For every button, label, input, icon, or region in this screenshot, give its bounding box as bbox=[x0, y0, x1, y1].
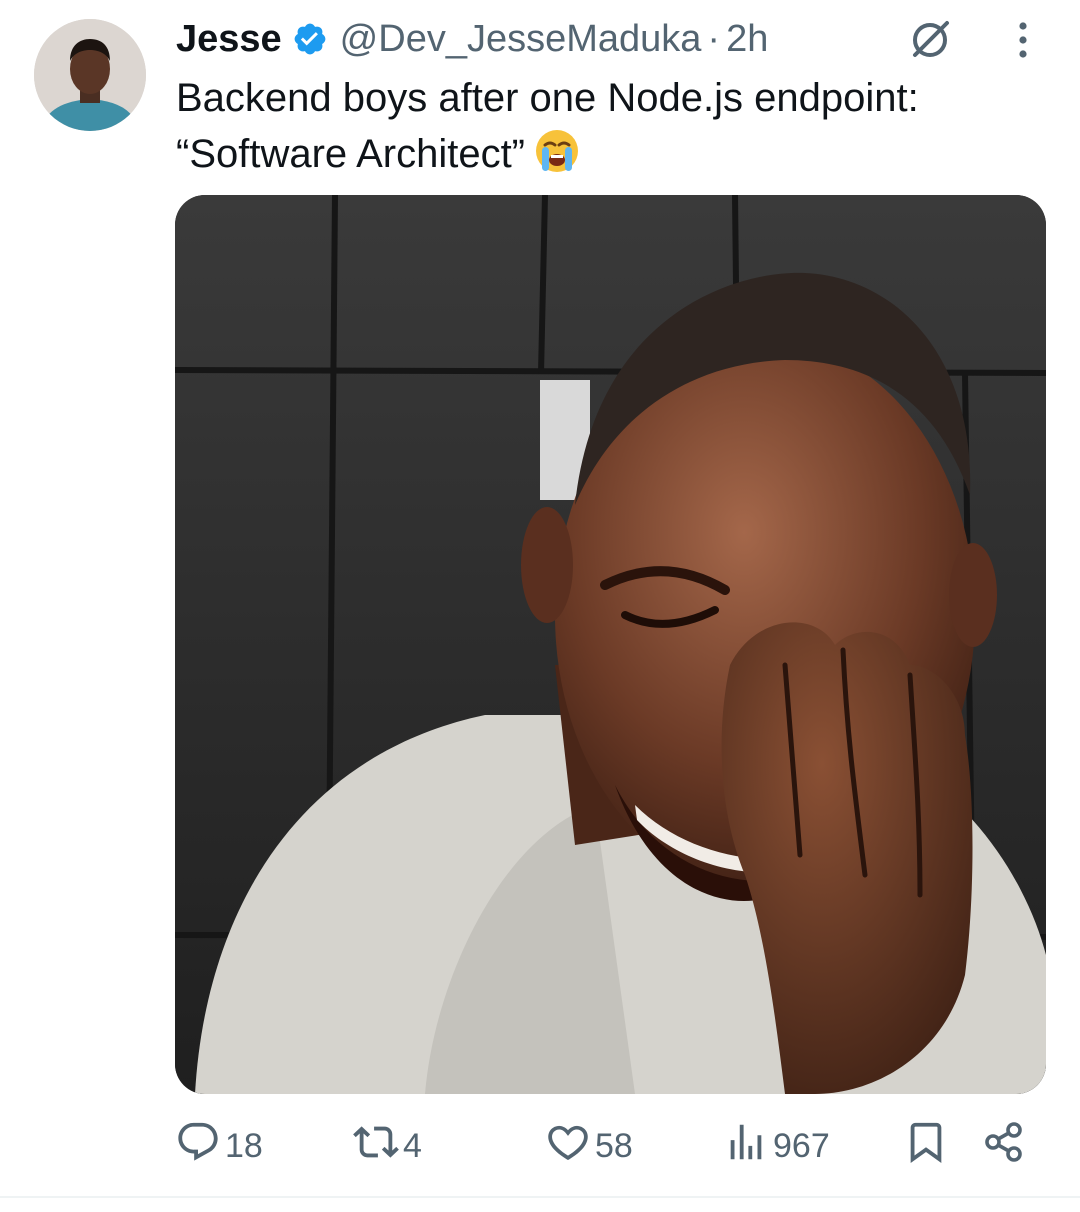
reply-icon bbox=[175, 1119, 221, 1174]
grok-icon[interactable] bbox=[902, 12, 958, 66]
repost-icon bbox=[353, 1119, 399, 1174]
reply-button[interactable]: 18 bbox=[175, 1118, 263, 1174]
tweet-text-line-1: Backend boys after one Node.js endpoint: bbox=[176, 76, 919, 120]
share-icon bbox=[981, 1119, 1027, 1174]
display-name[interactable]: Jesse bbox=[176, 18, 282, 61]
heart-icon bbox=[545, 1119, 591, 1174]
avatar[interactable] bbox=[34, 19, 146, 131]
loudly-crying-face-icon bbox=[533, 127, 581, 175]
like-count: 58 bbox=[595, 1126, 633, 1165]
tweet-card[interactable]: Jesse @Dev_JesseMaduka · 2h Backend boys… bbox=[0, 0, 1080, 1196]
view-count: 967 bbox=[773, 1126, 830, 1165]
bookmark-button[interactable] bbox=[903, 1118, 949, 1174]
like-button[interactable]: 58 bbox=[545, 1118, 633, 1174]
reply-count: 18 bbox=[225, 1126, 263, 1165]
tweet-media-photo[interactable] bbox=[175, 195, 1046, 1094]
tweet-text-line-2: “Software Architect” bbox=[176, 126, 1056, 182]
tweet-text: Backend boys after one Node.js endpoint:… bbox=[176, 70, 1056, 182]
views-icon bbox=[723, 1119, 769, 1174]
tweet-divider bbox=[0, 1196, 1080, 1198]
verified-badge-icon bbox=[292, 21, 328, 57]
separator-dot: · bbox=[707, 17, 721, 60]
timestamp[interactable]: 2h bbox=[726, 18, 768, 61]
repost-count: 4 bbox=[403, 1126, 422, 1165]
share-button[interactable] bbox=[981, 1118, 1027, 1174]
views-button[interactable]: 967 bbox=[723, 1118, 830, 1174]
tweet-actions: 18 4 58 967 bbox=[175, 1118, 1035, 1174]
author-handle[interactable]: @Dev_JesseMaduka bbox=[340, 18, 702, 61]
tweet-header: Jesse @Dev_JesseMaduka · 2h bbox=[176, 12, 768, 66]
more-vertical-icon[interactable] bbox=[1000, 14, 1046, 66]
tweet-text-line-2-text: “Software Architect” bbox=[176, 132, 526, 176]
bookmark-icon bbox=[903, 1119, 949, 1174]
repost-button[interactable]: 4 bbox=[353, 1118, 422, 1174]
